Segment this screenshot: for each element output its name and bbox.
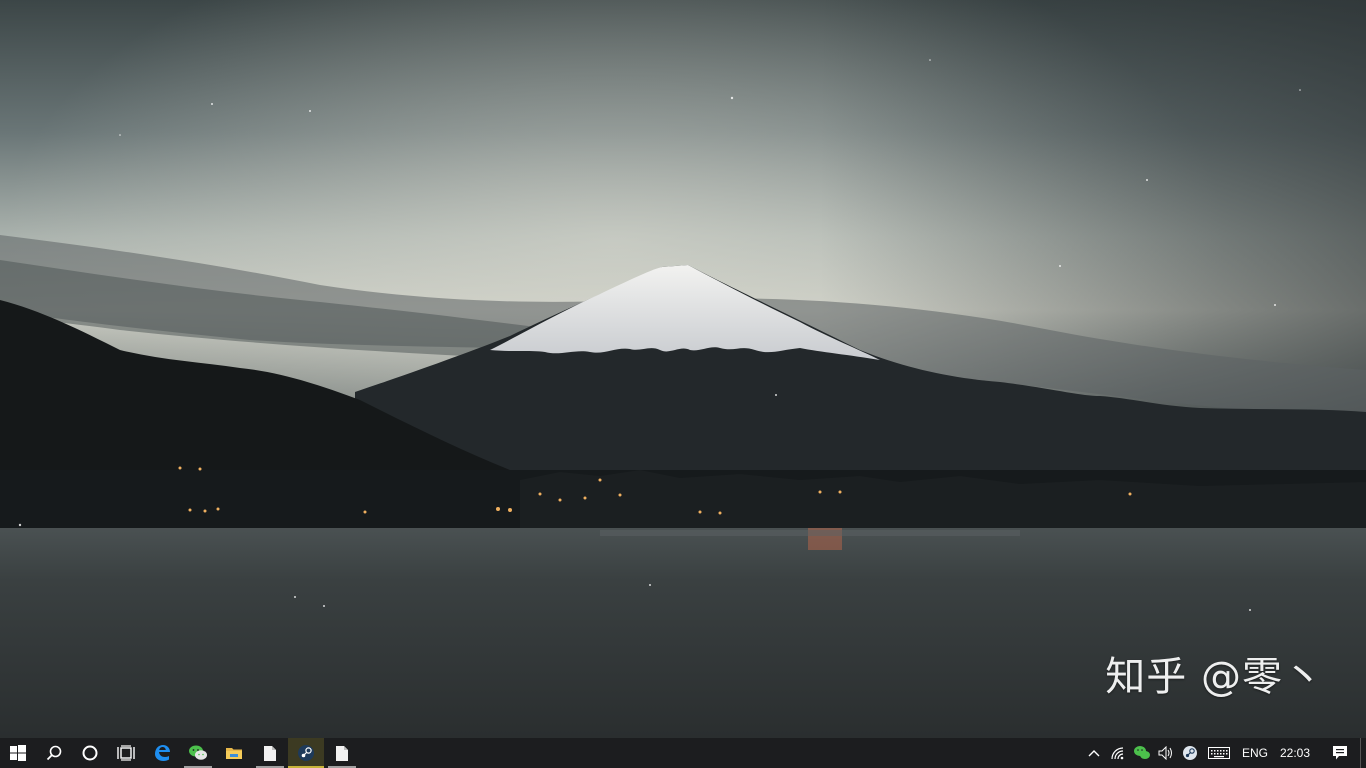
search-button[interactable] <box>36 738 72 768</box>
system-tray: ENG 22:03 <box>1082 738 1366 768</box>
document-icon <box>264 745 276 761</box>
network-button[interactable] <box>1106 738 1130 768</box>
volume-icon <box>1158 746 1172 760</box>
clock[interactable]: 22:03 <box>1274 746 1320 760</box>
task-view-button[interactable] <box>108 738 144 768</box>
search-icon <box>46 745 62 761</box>
cortana-circle-icon <box>82 745 98 761</box>
taskbar-app-document[interactable] <box>252 738 288 768</box>
show-hidden-icons-button[interactable] <box>1082 738 1106 768</box>
touch-keyboard-button[interactable] <box>1202 738 1236 768</box>
wechat-tray-button[interactable] <box>1130 738 1154 768</box>
start-button[interactable] <box>0 738 36 768</box>
notification-icon <box>1333 746 1347 760</box>
wifi-icon <box>1111 747 1124 760</box>
volume-button[interactable] <box>1154 738 1178 768</box>
taskbar-app-wechat[interactable] <box>180 738 216 768</box>
taskbar-app-edge[interactable] <box>144 738 180 768</box>
taskbar-app-file-explorer[interactable] <box>216 738 252 768</box>
watermark-text: 知乎 @零丶 <box>1105 654 1324 700</box>
taskbar-app-steam[interactable] <box>288 738 324 768</box>
desktop-wallpaper: 知乎 @零丶 <box>0 0 1366 738</box>
folder-icon <box>226 748 242 759</box>
steam-icon <box>298 745 314 761</box>
steam-tray-button[interactable] <box>1178 738 1202 768</box>
steam-tray-icon <box>1182 746 1197 760</box>
cortana-button[interactable] <box>72 738 108 768</box>
task-view-icon <box>117 745 135 761</box>
action-center-button[interactable] <box>1320 738 1360 768</box>
wechat-icon <box>189 745 207 760</box>
document-icon <box>336 745 348 761</box>
input-language-indicator[interactable]: ENG <box>1236 746 1274 760</box>
wechat-tray-icon <box>1133 746 1150 759</box>
edge-icon <box>155 745 170 761</box>
wallpaper-image <box>0 0 1366 738</box>
taskbar-app-document-2[interactable] <box>324 738 360 768</box>
chevron-up-icon <box>1088 750 1100 757</box>
windows-logo-icon <box>10 745 26 761</box>
show-desktop-button[interactable] <box>1360 738 1366 768</box>
keyboard-icon <box>1207 747 1230 759</box>
taskbar: ENG 22:03 <box>0 738 1366 768</box>
